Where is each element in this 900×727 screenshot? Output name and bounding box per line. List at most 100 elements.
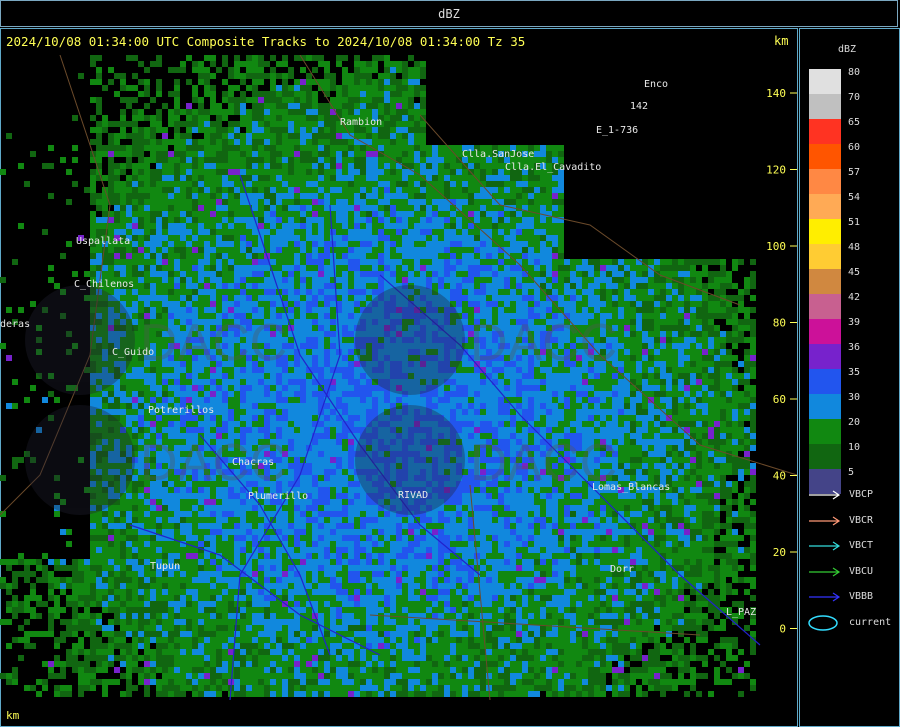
radar-cell — [222, 79, 228, 85]
radar-cell — [228, 247, 234, 253]
radar-cell — [228, 283, 234, 289]
radar-cell — [246, 601, 252, 607]
radar-cell — [126, 211, 132, 217]
radar-cell — [132, 127, 138, 133]
radar-cell — [192, 397, 198, 403]
radar-cell — [246, 151, 252, 157]
radar-cell — [318, 487, 324, 493]
radar-cell — [318, 649, 324, 655]
radar-cell — [114, 391, 120, 397]
radar-cell — [72, 583, 78, 589]
radar-cell — [126, 259, 132, 265]
radar-cell — [90, 685, 96, 691]
radar-cell — [306, 421, 312, 427]
radar-cell — [192, 421, 198, 427]
radar-cell — [276, 73, 282, 79]
radar-cell — [294, 595, 300, 601]
radar-cell — [366, 235, 372, 241]
radar-cell — [258, 109, 264, 115]
radar-cell — [282, 655, 288, 661]
radar-cell — [258, 421, 264, 427]
radar-cell — [204, 667, 210, 673]
radar-cell — [270, 67, 276, 73]
radar-cell — [318, 583, 324, 589]
radar-cell — [306, 199, 312, 205]
radar-cell — [336, 247, 342, 253]
radar-cell — [252, 133, 258, 139]
radar-cell — [252, 565, 258, 571]
radar-cell — [138, 553, 144, 559]
radar-cell — [180, 109, 186, 115]
radar-cell — [288, 349, 294, 355]
radar-cell — [300, 313, 306, 319]
radar-cell — [300, 409, 306, 415]
radar-cell — [258, 211, 264, 217]
radar-cell — [318, 115, 324, 121]
radar-cell — [144, 229, 150, 235]
radar-cell — [204, 133, 210, 139]
radar-cell — [168, 589, 174, 595]
radar-cell — [6, 589, 12, 595]
radar-cell — [192, 181, 198, 187]
radar-cell — [102, 685, 108, 691]
radar-cell — [192, 301, 198, 307]
radar-cell — [282, 151, 288, 157]
radar-cell — [192, 661, 198, 667]
radar-cell — [204, 157, 210, 163]
radar-cell — [336, 667, 342, 673]
radar-cell — [348, 451, 354, 457]
radar-cell — [318, 667, 324, 673]
radar-cell — [252, 589, 258, 595]
radar-cell — [186, 283, 192, 289]
radar-cell — [234, 121, 240, 127]
radar-cell — [342, 649, 348, 655]
radar-cell — [282, 583, 288, 589]
radar-map[interactable]: DACC DACC DACC DACC RambionEncoClla.SanJ… — [0, 55, 798, 700]
radar-cell — [348, 403, 354, 409]
radar-cell — [300, 295, 306, 301]
radar-cell — [192, 229, 198, 235]
radar-cell — [288, 109, 294, 115]
radar-cell — [84, 655, 90, 661]
radar-cell — [312, 343, 318, 349]
radar-cell — [288, 121, 294, 127]
radar-cell — [174, 199, 180, 205]
radar-cell — [324, 595, 330, 601]
radar-cell — [348, 439, 354, 445]
radar-cell — [234, 535, 240, 541]
radar-cell — [156, 547, 162, 553]
radar-cell — [150, 595, 156, 601]
radar-cell — [162, 631, 168, 637]
radar-cell — [210, 607, 216, 613]
radar-cell — [312, 559, 318, 565]
radar-cell — [228, 673, 234, 679]
radar-cell — [240, 121, 246, 127]
radar-cell — [246, 217, 252, 223]
radar-cell — [84, 589, 90, 595]
radar-cell — [246, 211, 252, 217]
radar-cell — [240, 91, 246, 97]
radar-cell — [210, 295, 216, 301]
radar-cell — [312, 307, 318, 313]
radar-cell — [132, 241, 138, 247]
radar-cell — [366, 379, 372, 385]
radar-cell — [324, 463, 330, 469]
radar-cell — [282, 235, 288, 241]
radar-cell — [240, 157, 246, 163]
radar-cell — [78, 643, 84, 649]
radar-cell — [336, 259, 342, 265]
radar-cell — [186, 79, 192, 85]
radar-cell — [288, 337, 294, 343]
radar-cell — [354, 289, 360, 295]
radar-cell — [276, 613, 282, 619]
radar-cell — [180, 121, 186, 127]
radar-cell — [330, 517, 336, 523]
radar-cell — [186, 625, 192, 631]
radar-cell — [222, 199, 228, 205]
radar-cell — [222, 493, 228, 499]
radar-cell — [234, 265, 240, 271]
radar-cell — [360, 565, 366, 571]
radar-cell — [258, 691, 264, 697]
radar-cell — [252, 661, 258, 667]
radar-cell — [324, 529, 330, 535]
